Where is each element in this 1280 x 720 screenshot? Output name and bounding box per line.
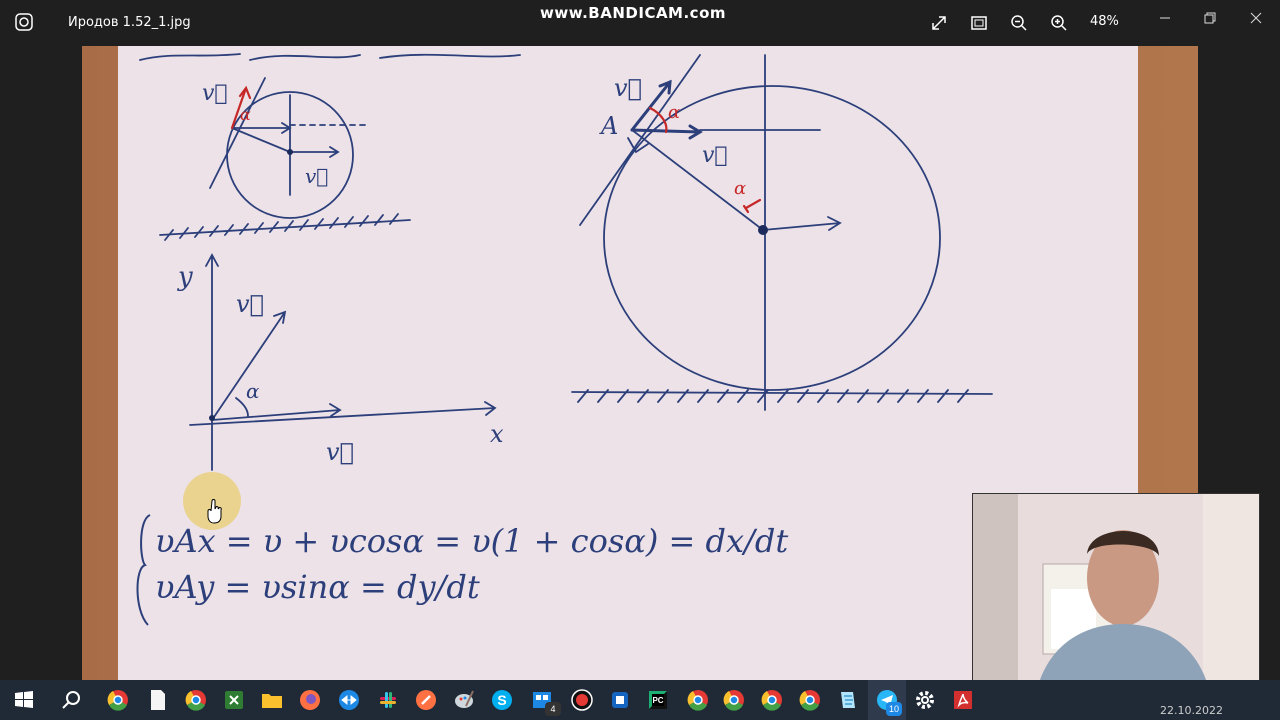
acrobat-icon[interactable] (951, 688, 975, 712)
minimize-icon[interactable] (1145, 6, 1185, 30)
chrome-icon[interactable] (760, 688, 784, 712)
svg-text:S: S (497, 692, 506, 708)
label-axes-v-horizontal: v⃗ (326, 438, 354, 466)
label-y-axis: y (177, 262, 193, 292)
record-icon[interactable] (570, 688, 594, 712)
label-big-alpha-top: α (668, 102, 680, 123)
notepad-icon[interactable] (836, 688, 860, 712)
equation-line-2: υAy = υsinα = dy/dt (155, 568, 480, 606)
window-title: Иродов 1.52_1.jpg (68, 15, 191, 30)
title-bar: Иродов 1.52_1.jpg www.BANDICAM.com 48% (0, 0, 1280, 46)
label-point-a: A (599, 112, 618, 140)
zoom-out-icon[interactable] (1007, 11, 1031, 35)
paint-icon[interactable] (452, 688, 476, 712)
svg-text:PC: PC (652, 696, 663, 705)
label-axes-v-slanted: v⃗ (236, 290, 264, 318)
file-icon[interactable] (146, 688, 170, 712)
store-badge: 4 (545, 702, 561, 716)
chrome-icon[interactable] (722, 688, 746, 712)
chrome-icon[interactable] (184, 688, 208, 712)
label-big-v-top: v⃗ (614, 74, 642, 102)
label-small-alpha: α (240, 105, 251, 124)
label-axes-alpha: α (246, 379, 260, 403)
bandicam-watermark: www.BANDICAM.com (540, 4, 727, 22)
label-big-alpha-center: α (734, 178, 746, 199)
chrome-icon[interactable] (106, 688, 130, 712)
taskbar: S 4 PC 10 (0, 680, 1280, 720)
zoom-level: 48% (1090, 14, 1119, 29)
restore-icon[interactable] (1190, 6, 1230, 30)
hand-cursor-icon (207, 499, 222, 524)
search-icon[interactable] (60, 688, 84, 712)
fit-screen-icon[interactable] (967, 11, 991, 35)
label-big-v-right: v⃗ (702, 143, 728, 168)
close-icon[interactable] (1236, 6, 1276, 30)
label-small-v-center: v⃗ (305, 164, 328, 188)
folder-icon[interactable] (260, 688, 284, 712)
webcam-overlay (972, 493, 1260, 708)
taskbar-clock-date: 22.10.2022 (1160, 704, 1223, 717)
expand-icon[interactable] (927, 11, 951, 35)
zoom-in-icon[interactable] (1047, 11, 1071, 35)
photos-app-icon (15, 13, 33, 31)
excel-icon[interactable] (222, 688, 246, 712)
label-x-axis: x (490, 420, 504, 448)
pycharm-icon[interactable]: PC (646, 688, 670, 712)
telegram-badge: 10 (886, 702, 902, 716)
app-icon[interactable] (414, 688, 438, 712)
windows-start-icon[interactable] (12, 688, 36, 712)
equation-line-1: υAx = υ + υcosα = υ(1 + cosα) = dx/dt (155, 522, 788, 560)
label-small-v-top: v⃗ (202, 81, 228, 106)
settings-icon[interactable] (913, 688, 937, 712)
skype-icon[interactable]: S (490, 688, 514, 712)
app-icon[interactable] (608, 688, 632, 712)
slack-icon[interactable] (376, 688, 400, 712)
chrome-icon[interactable] (686, 688, 710, 712)
firefox-icon[interactable] (298, 688, 322, 712)
chrome-icon[interactable] (798, 688, 822, 712)
teamviewer-icon[interactable] (337, 688, 361, 712)
